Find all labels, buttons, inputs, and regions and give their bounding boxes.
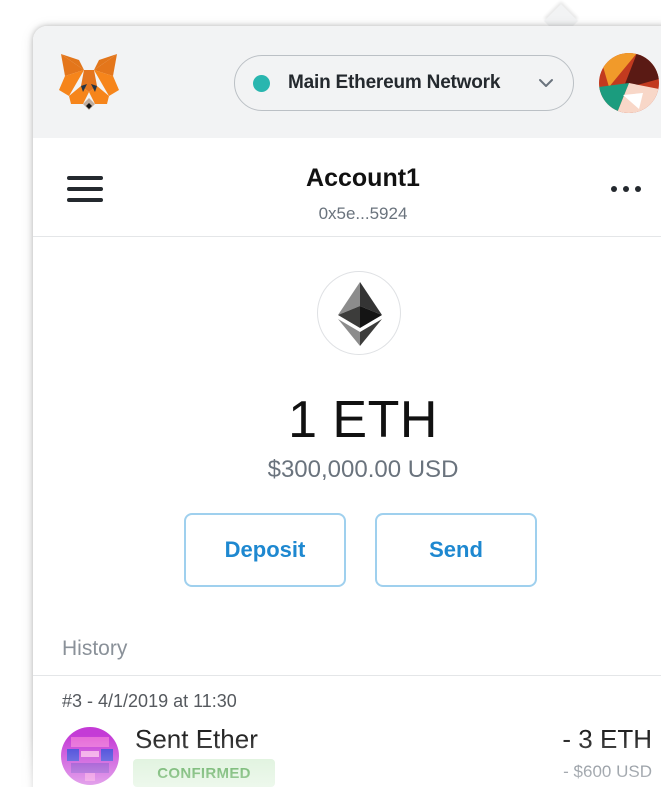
- account-address[interactable]: 0x5e...5924: [33, 204, 661, 224]
- network-status-dot: [253, 74, 270, 92]
- more-options-icon[interactable]: [611, 186, 641, 192]
- send-button[interactable]: Send: [375, 513, 537, 587]
- metamask-fox-icon[interactable]: [57, 52, 121, 112]
- ethereum-token-icon: [317, 271, 401, 355]
- app-header: Main Ethereum Network: [33, 26, 661, 138]
- transaction-status-badge: CONFIRMED: [133, 759, 275, 787]
- metamask-popup: Main Ethereum Network Account1 0x5e...59…: [33, 26, 661, 787]
- balance-amount: 1 ETH: [288, 391, 438, 449]
- history-heading: History: [62, 637, 128, 660]
- balance-fiat: $300,000.00 USD: [267, 456, 459, 483]
- transaction-meta: #3 - 4/1/2019 at 11:30: [62, 691, 237, 711]
- account-bar: Account1 0x5e...5924: [33, 138, 661, 237]
- chevron-down-icon: [539, 79, 553, 87]
- deposit-button[interactable]: Deposit: [184, 513, 346, 587]
- account-avatar-icon[interactable]: [599, 53, 659, 113]
- network-label: Main Ethereum Network: [288, 72, 501, 93]
- transaction-amount: - 3 ETH: [562, 724, 652, 754]
- account-name[interactable]: Account1: [33, 164, 661, 193]
- transaction-title: Sent Ether: [135, 724, 258, 754]
- history-divider: [33, 675, 661, 676]
- transaction-identicon-icon: [61, 727, 119, 785]
- ethereum-icon: [338, 282, 382, 346]
- network-selector[interactable]: Main Ethereum Network: [234, 55, 574, 111]
- transaction-fiat-amount: - $600 USD: [563, 762, 652, 781]
